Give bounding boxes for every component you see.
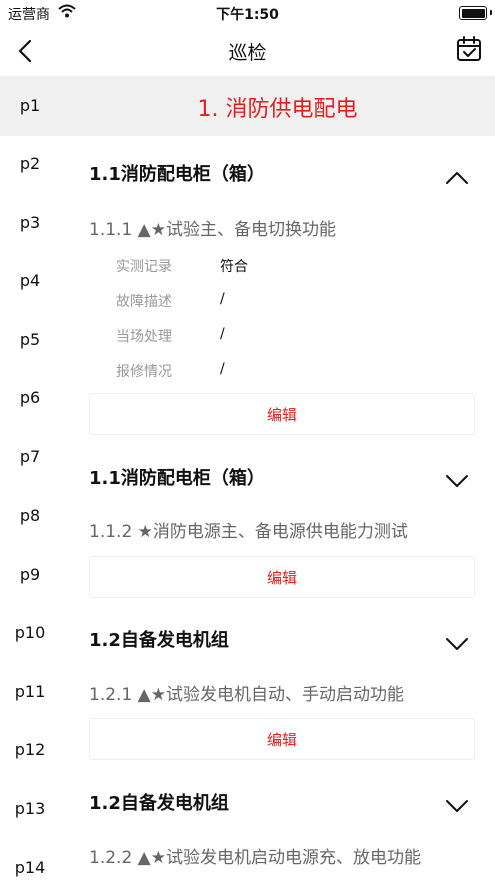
sidebar-item-p7[interactable]: p7 (0, 447, 60, 466)
group-title: 1.1消防配电柜（箱） (89, 164, 265, 185)
sidebar-item-p4[interactable]: p4 (0, 271, 60, 290)
page-title: 巡检 (228, 42, 267, 64)
edit-button[interactable]: 编辑 (90, 567, 474, 588)
section-title: 1. 消防供电配电 (197, 97, 358, 122)
detail-label-fault: 故障描述 (116, 294, 172, 310)
detail-value-onsite: / (220, 326, 225, 342)
chevron-down-icon[interactable] (444, 636, 470, 652)
detail-label-repair: 报修情况 (116, 364, 172, 380)
calendar-check-icon[interactable] (455, 35, 483, 63)
detail-label-measured: 实测记录 (116, 259, 172, 275)
sidebar-item-p8[interactable]: p8 (0, 506, 60, 525)
item-title: 1.2.1 ▲★试验发电机自动、手动启动功能 (89, 685, 404, 705)
nav-bar: 巡检 (0, 26, 495, 76)
edit-button[interactable]: 编辑 (90, 729, 474, 750)
group-title: 1.1消防配电柜（箱） (89, 468, 265, 489)
item-title: 1.1.1 ▲★试验主、备电切换功能 (89, 220, 336, 240)
group-title: 1.2自备发电机组 (89, 793, 229, 814)
sidebar: p1 p2 p3 p4 p5 p6 p7 p8 p9 p10 p11 p12 p… (0, 76, 60, 881)
detail-label-onsite: 当场处理 (116, 329, 172, 345)
status-time: 下午1:50 (216, 7, 279, 23)
edit-button[interactable]: 编辑 (90, 404, 474, 425)
item-title: 1.2.2 ▲★试验发电机启动电源充、放电功能 (89, 848, 421, 868)
detail-value-measured: 符合 (220, 259, 248, 275)
group-title: 1.2自备发电机组 (89, 630, 229, 651)
sidebar-item-p1[interactable]: p1 (0, 76, 60, 136)
sidebar-item-p11[interactable]: p11 (0, 682, 60, 701)
section-header: 1. 消防供电配电 (60, 76, 495, 136)
status-bar: 运营商 下午1:50 (0, 0, 495, 26)
edit-row: 编辑 (89, 718, 475, 760)
sidebar-item-p13[interactable]: p13 (0, 799, 60, 818)
sidebar-item-p3[interactable]: p3 (0, 213, 60, 232)
chevron-down-icon[interactable] (444, 473, 470, 489)
battery-cap (490, 10, 492, 15)
item-title: 1.1.2 ★消防电源主、备电源供电能力测试 (89, 522, 408, 542)
sidebar-item-p5[interactable]: p5 (0, 330, 60, 349)
battery-icon (459, 6, 487, 20)
sidebar-item-p14[interactable]: p14 (0, 858, 60, 877)
detail-value-repair: / (220, 361, 225, 377)
edit-row: 编辑 (89, 556, 475, 598)
sidebar-item-p12[interactable]: p12 (0, 740, 60, 759)
sidebar-item-p9[interactable]: p9 (0, 565, 60, 584)
sidebar-item-p10[interactable]: p10 (0, 623, 60, 642)
chevron-up-icon[interactable] (444, 170, 470, 186)
sidebar-item-p2[interactable]: p2 (0, 154, 60, 173)
sidebar-item-p6[interactable]: p6 (0, 388, 60, 407)
chevron-down-icon[interactable] (444, 798, 470, 814)
detail-value-fault: / (220, 291, 225, 307)
edit-row: 编辑 (89, 393, 475, 435)
